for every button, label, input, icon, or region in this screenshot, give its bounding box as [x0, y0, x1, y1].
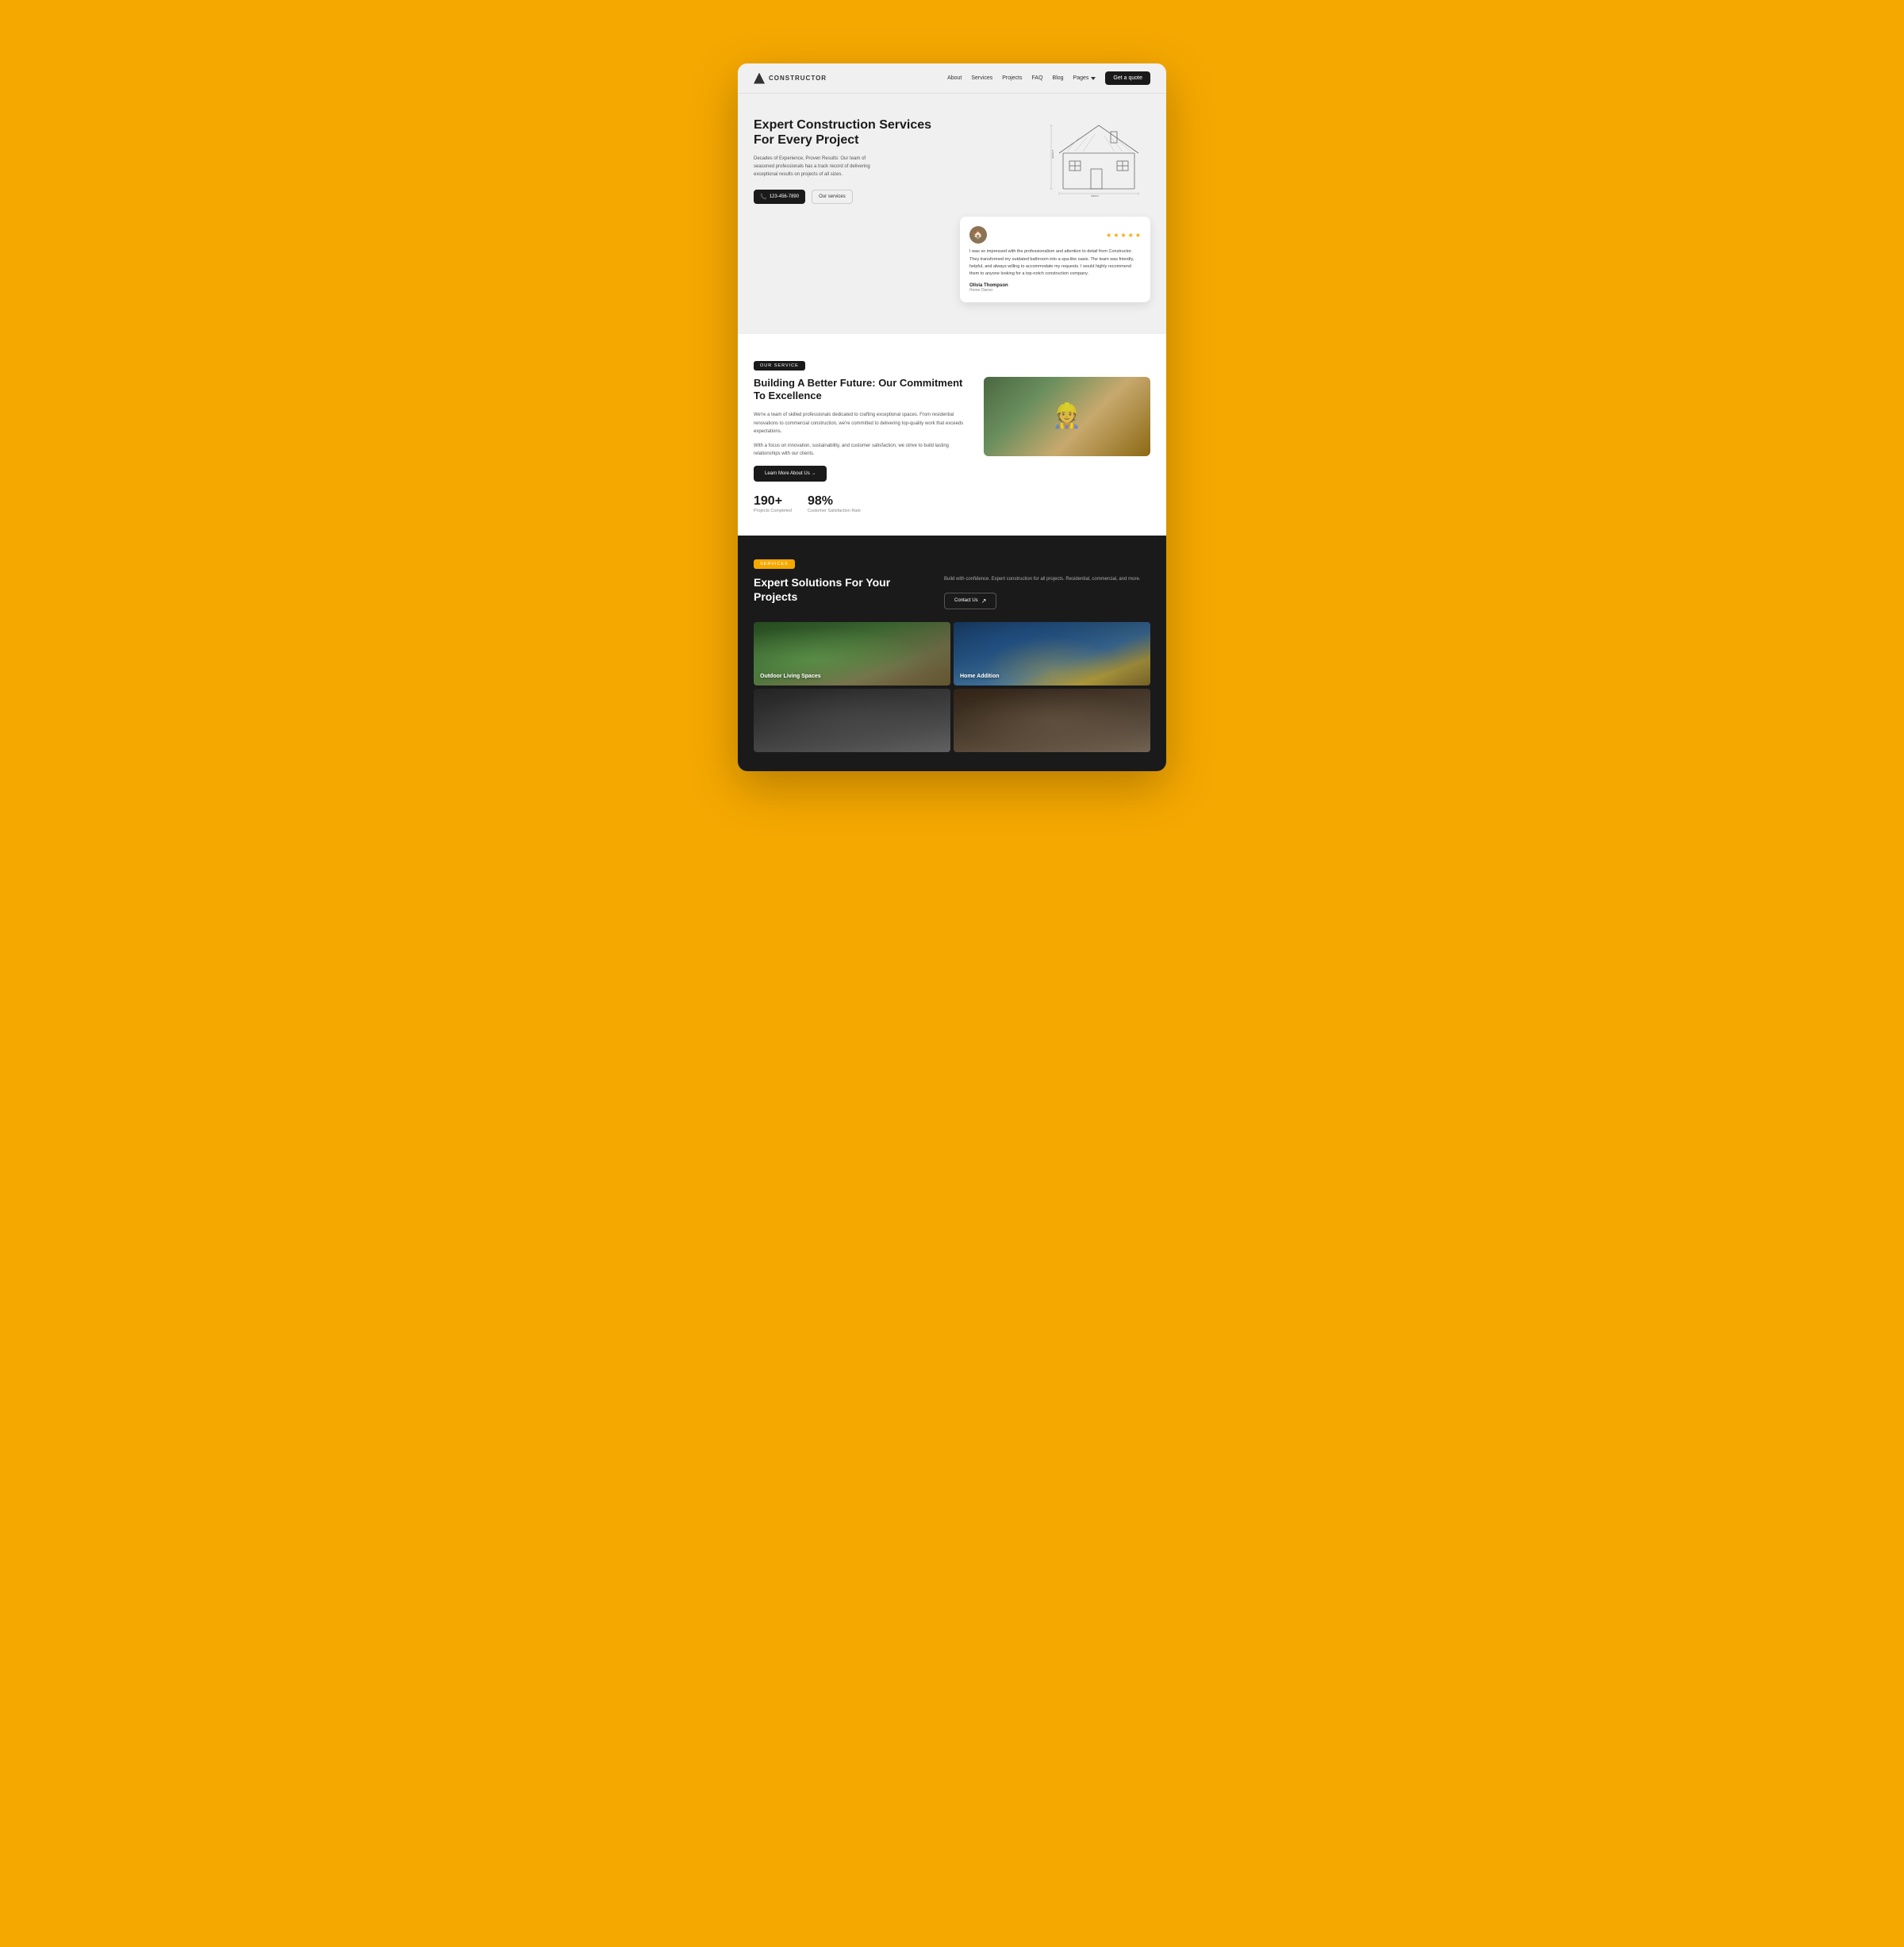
- project-card-bottom-left[interactable]: [754, 689, 950, 752]
- project-card-home-addition[interactable]: Home Addition: [954, 622, 1150, 685]
- nav-services[interactable]: Services: [971, 75, 992, 81]
- testimonial-avatar: 🏠: [969, 226, 987, 244]
- browser-window: CONSTRUCTOR About Services Projects FAQ …: [738, 63, 1166, 771]
- nav-blog[interactable]: Blog: [1053, 75, 1064, 81]
- stat-satisfaction-label: Customer Satisfaction Rate: [808, 509, 861, 513]
- nav-about[interactable]: About: [947, 75, 962, 81]
- chevron-down-icon: [1091, 77, 1096, 80]
- star-rating: ★ ★ ★ ★ ★: [1106, 232, 1141, 239]
- stat-projects-number: 190+: [754, 494, 792, 509]
- arrow-icon: ↗: [981, 597, 987, 605]
- hero-section: Expert Construction Services For Every P…: [738, 94, 1166, 334]
- star-5: ★: [1135, 232, 1141, 239]
- about-photo: 👷: [984, 377, 1150, 456]
- stat-projects-label: Projects Completed: [754, 509, 792, 513]
- home-addition-label: Home Addition: [960, 674, 1000, 679]
- project-card-outdoor[interactable]: Outdoor Living Spaces: [754, 622, 950, 685]
- about-title: Building A Better Future: Our Commitment…: [754, 377, 968, 404]
- testimonial-card: 🏠 ★ ★ ★ ★ ★ I was so impressed with the …: [960, 217, 1150, 301]
- star-2: ★: [1113, 232, 1119, 239]
- project-grid: Outdoor Living Spaces Home Addition: [754, 622, 1150, 752]
- about-badge: Our service: [754, 361, 805, 371]
- nav-pages-dropdown[interactable]: Pages: [1073, 75, 1096, 81]
- services-badge: Services: [754, 559, 795, 569]
- logo-icon: [754, 73, 765, 84]
- testimonial-role: Home Owner: [969, 288, 1141, 293]
- hero-house-image: HEIGHT WIDTH: [972, 117, 1150, 197]
- contact-us-button[interactable]: Contact Us ↗: [944, 593, 996, 609]
- outdoor-label: Outdoor Living Spaces: [760, 674, 821, 679]
- hero-subtitle: Decades of Experience, Proven Results: O…: [754, 156, 881, 179]
- brand-name: CONSTRUCTOR: [769, 75, 827, 82]
- learn-more-button[interactable]: Learn More About Us →: [754, 466, 827, 482]
- phone-button[interactable]: 📞 123-456-7890: [754, 190, 805, 204]
- bottom-right-photo-overlay: [954, 689, 1150, 752]
- services-description: Build with confidence. Expert constructi…: [944, 575, 1150, 583]
- about-section: Our service Building A Better Future: Ou…: [738, 334, 1166, 536]
- svg-text:HEIGHT: HEIGHT: [1051, 149, 1054, 159]
- star-1: ★: [1106, 232, 1111, 239]
- stats-container: 190+ Projects Completed 98% Customer Sat…: [754, 494, 968, 513]
- logo[interactable]: CONSTRUCTOR: [754, 73, 827, 84]
- phone-icon: 📞: [760, 194, 767, 200]
- nav-links: About Services Projects FAQ Blog Pages G…: [947, 71, 1150, 85]
- get-quote-button[interactable]: Get a quote: [1105, 71, 1150, 85]
- hero-buttons: 📞 123-456-7890 Our services: [754, 190, 952, 204]
- about-text-1: We're a team of skilled professionals de…: [754, 411, 968, 436]
- stat-projects: 190+ Projects Completed: [754, 494, 792, 513]
- bottom-left-photo-overlay: [754, 689, 950, 752]
- nav-projects[interactable]: Projects: [1002, 75, 1022, 81]
- nav-faq[interactable]: FAQ: [1032, 75, 1043, 81]
- stat-satisfaction-number: 98%: [808, 494, 861, 509]
- project-card-bottom-right[interactable]: [954, 689, 1150, 752]
- stat-satisfaction: 98% Customer Satisfaction Rate: [808, 494, 861, 513]
- star-4: ★: [1128, 232, 1134, 239]
- services-section: Services Expert Solutions For Your Proje…: [738, 536, 1166, 771]
- hero-title: Expert Construction Services For Every P…: [754, 117, 952, 148]
- about-text-2: With a focus on innovation, sustainabili…: [754, 442, 968, 458]
- worker-illustration: 👷: [1052, 402, 1081, 430]
- star-3: ★: [1120, 232, 1126, 239]
- services-button[interactable]: Our services: [812, 190, 853, 204]
- testimonial-text: I was so impressed with the professional…: [969, 248, 1141, 278]
- services-title: Expert Solutions For Your Projects: [754, 575, 912, 604]
- svg-text:WIDTH: WIDTH: [1091, 194, 1099, 197]
- navbar: CONSTRUCTOR About Services Projects FAQ …: [738, 63, 1166, 94]
